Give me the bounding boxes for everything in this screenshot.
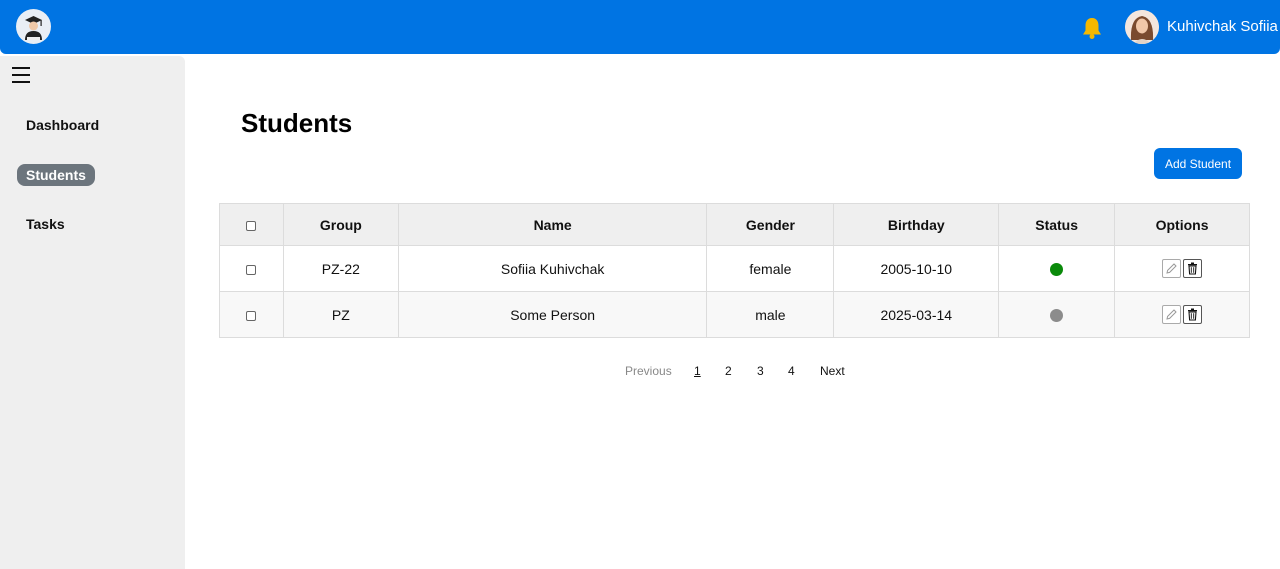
hamburger-menu-icon[interactable]: [12, 67, 30, 83]
table-header-row: Group Name Gender Birthday Status Option…: [219, 203, 1250, 246]
trash-icon: [1188, 262, 1198, 275]
user-name[interactable]: Kuhivchak Sofiia: [1167, 19, 1278, 35]
status-indicator: [1050, 263, 1064, 277]
group-cell: PZ: [282, 291, 399, 338]
column-header-gender[interactable]: Gender: [706, 203, 835, 246]
status-cell: [998, 291, 1116, 338]
bell-icon[interactable]: [1079, 15, 1105, 41]
pagination-page-4[interactable]: 4: [788, 364, 795, 378]
top-header: Kuhivchak Sofiia: [0, 0, 1280, 54]
options-cell: [1114, 291, 1250, 338]
options-cell: [1114, 245, 1250, 292]
pagination-previous[interactable]: Previous: [625, 364, 672, 378]
column-header-birthday[interactable]: Birthday: [833, 203, 1000, 246]
column-header-status[interactable]: Status: [998, 203, 1116, 246]
column-header-group[interactable]: Group: [282, 203, 399, 246]
sidebar-item-students[interactable]: Students: [17, 164, 95, 186]
pagination-next[interactable]: Next: [820, 364, 845, 378]
column-header-options: Options: [1114, 203, 1250, 246]
row-select-cell: [219, 245, 284, 292]
pagination-page-3[interactable]: 3: [757, 364, 764, 378]
add-student-button[interactable]: Add Student: [1154, 148, 1242, 179]
table-row: PZ-22 Sofiia Kuhivchak female 2005-10-10: [219, 245, 1250, 292]
pagination-page-2[interactable]: 2: [725, 364, 732, 378]
gender-cell: female: [706, 245, 835, 292]
name-cell: Sofiia Kuhivchak: [397, 245, 708, 292]
edit-button[interactable]: [1162, 259, 1182, 278]
edit-button[interactable]: [1162, 305, 1182, 324]
sidebar-item-tasks[interactable]: Tasks: [17, 213, 74, 235]
birthday-cell: 2005-10-10: [833, 245, 1000, 292]
row-checkbox[interactable]: [246, 310, 257, 321]
delete-button[interactable]: [1183, 259, 1203, 278]
birthday-cell: 2025-03-14: [833, 291, 1000, 338]
select-all-cell: [219, 203, 284, 246]
group-cell: PZ-22: [282, 245, 399, 292]
row-checkbox[interactable]: [246, 264, 257, 275]
graduate-logo-icon[interactable]: [16, 9, 51, 44]
students-table: Group Name Gender Birthday Status Option…: [219, 203, 1250, 338]
user-avatar[interactable]: [1125, 10, 1159, 44]
table-row: PZ Some Person male 2025-03-14: [219, 291, 1250, 338]
row-select-cell: [219, 291, 284, 338]
delete-button[interactable]: [1183, 305, 1203, 324]
gender-cell: male: [706, 291, 835, 338]
sidebar: Dashboard Students Tasks: [0, 56, 185, 569]
trash-icon: [1188, 308, 1198, 321]
column-header-name[interactable]: Name: [397, 203, 708, 246]
edit-icon: [1166, 309, 1177, 320]
status-cell: [998, 245, 1116, 292]
page-title: Students: [241, 108, 353, 138]
pagination-page-1[interactable]: 1: [694, 364, 701, 378]
edit-icon: [1166, 263, 1177, 274]
sidebar-item-dashboard[interactable]: Dashboard: [17, 114, 108, 136]
name-cell: Some Person: [397, 291, 708, 338]
select-all-checkbox[interactable]: [246, 220, 257, 231]
status-indicator: [1050, 309, 1064, 323]
